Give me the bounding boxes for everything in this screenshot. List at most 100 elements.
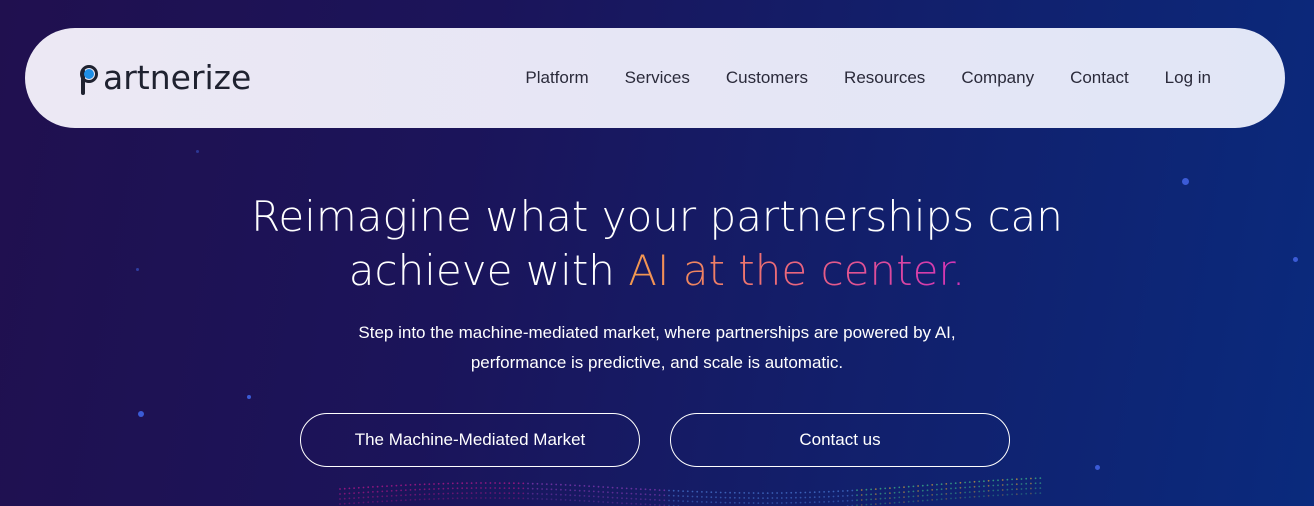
particle-dot bbox=[978, 480, 981, 483]
particle-dot bbox=[339, 498, 341, 500]
particle-dot bbox=[865, 503, 868, 506]
particle-dot bbox=[992, 484, 995, 487]
particle-dot bbox=[1006, 478, 1009, 481]
particle-dot bbox=[616, 502, 619, 504]
particle-dot bbox=[339, 488, 341, 490]
particle-dot bbox=[569, 489, 572, 492]
particle-dot bbox=[978, 485, 981, 488]
particle-dot bbox=[527, 482, 529, 485]
particle-dot bbox=[555, 498, 558, 501]
particle-dot bbox=[447, 487, 449, 490]
particle-dot bbox=[428, 498, 431, 500]
particle-dot bbox=[635, 488, 637, 490]
particle-dot bbox=[748, 492, 750, 494]
particle-dot bbox=[945, 493, 948, 495]
nav-item-company[interactable]: Company bbox=[961, 66, 1034, 90]
hero-title: Reimagine what your partnerships can ach… bbox=[0, 190, 1314, 298]
particle-dot bbox=[795, 501, 797, 504]
particle-dot bbox=[461, 492, 464, 495]
particle-dot bbox=[785, 502, 788, 504]
particle-dot bbox=[912, 495, 915, 498]
particle-dot bbox=[903, 491, 905, 493]
particle-dot bbox=[959, 496, 962, 499]
nav-item-platform[interactable]: Platform bbox=[525, 66, 588, 90]
particle-dot bbox=[611, 501, 614, 504]
particle-dot bbox=[522, 492, 525, 495]
particle-dot bbox=[625, 492, 628, 495]
particle-dot bbox=[827, 495, 830, 498]
particle-dot bbox=[386, 485, 388, 487]
particle-dot bbox=[621, 497, 623, 500]
particle-dot bbox=[987, 494, 990, 497]
machine-mediated-market-button[interactable]: The Machine-Mediated Market bbox=[300, 413, 640, 467]
particle-dot bbox=[837, 490, 840, 493]
particle-dot bbox=[715, 501, 717, 504]
particle-dot bbox=[879, 497, 882, 500]
particle-dot bbox=[804, 491, 807, 494]
particle-dot bbox=[409, 499, 412, 501]
particle-dot bbox=[729, 491, 731, 494]
particle-dot bbox=[508, 482, 511, 485]
particle-dot bbox=[884, 502, 887, 505]
particle-dot bbox=[550, 483, 553, 486]
background-dot bbox=[1182, 178, 1189, 185]
particle-dot bbox=[978, 490, 981, 493]
particle-dot bbox=[968, 491, 971, 493]
particle-dot bbox=[752, 492, 755, 494]
nav-item-resources[interactable]: Resources bbox=[844, 66, 925, 90]
particle-dot bbox=[668, 489, 670, 492]
particle-dot bbox=[757, 502, 760, 504]
particle-dot bbox=[470, 482, 473, 484]
particle-dot bbox=[611, 486, 614, 489]
particle-dot bbox=[1006, 488, 1009, 491]
particle-dot bbox=[437, 497, 440, 500]
particle-dot bbox=[531, 497, 534, 500]
particle-dot bbox=[414, 498, 417, 501]
particle-dot bbox=[733, 491, 736, 494]
particle-dot bbox=[705, 491, 708, 493]
particle-dot bbox=[940, 498, 943, 501]
particle-dot bbox=[931, 489, 934, 491]
background-dot bbox=[196, 150, 199, 153]
particle-dot bbox=[597, 495, 600, 498]
particle-dot bbox=[423, 483, 426, 486]
particle-dot bbox=[818, 496, 821, 498]
particle-dot bbox=[592, 495, 595, 498]
particle-dot bbox=[480, 487, 482, 489]
nav-item-log-in[interactable]: Log in bbox=[1165, 66, 1211, 90]
nav-item-contact[interactable]: Contact bbox=[1070, 66, 1129, 90]
particle-dot bbox=[874, 493, 877, 495]
partnerize-p-logo-icon bbox=[80, 59, 102, 97]
particle-dot bbox=[395, 489, 398, 492]
particle-dot bbox=[973, 490, 976, 493]
particle-dot bbox=[423, 488, 426, 491]
particle-dot bbox=[879, 502, 882, 505]
contact-us-button[interactable]: Contact us bbox=[670, 413, 1010, 467]
particle-dot bbox=[973, 480, 976, 483]
particle-dot bbox=[748, 497, 750, 499]
particle-dot bbox=[733, 501, 736, 504]
particle-dot bbox=[964, 486, 966, 489]
particle-dot bbox=[654, 488, 656, 491]
particle-dot bbox=[672, 494, 675, 497]
partnerize-logo[interactable]: artnerize bbox=[80, 56, 251, 100]
particle-dot bbox=[475, 492, 478, 494]
particle-dot bbox=[522, 482, 525, 485]
particle-dot bbox=[790, 496, 793, 499]
particle-dot bbox=[475, 497, 478, 499]
particle-dot bbox=[508, 497, 511, 500]
particle-dot bbox=[950, 487, 952, 490]
particle-dot bbox=[386, 500, 388, 502]
particle-dot bbox=[842, 490, 844, 492]
particle-dot bbox=[456, 482, 459, 485]
particle-dot bbox=[451, 497, 454, 500]
particle-dot bbox=[1015, 483, 1018, 486]
particle-dot bbox=[602, 501, 605, 503]
particle-dot bbox=[531, 492, 534, 495]
particle-dot bbox=[950, 497, 952, 500]
particle-dot bbox=[860, 489, 863, 491]
particle-dot bbox=[1039, 492, 1042, 494]
nav-item-services[interactable]: Services bbox=[625, 66, 690, 90]
nav-item-customers[interactable]: Customers bbox=[726, 66, 808, 90]
particle-dot bbox=[663, 489, 666, 492]
